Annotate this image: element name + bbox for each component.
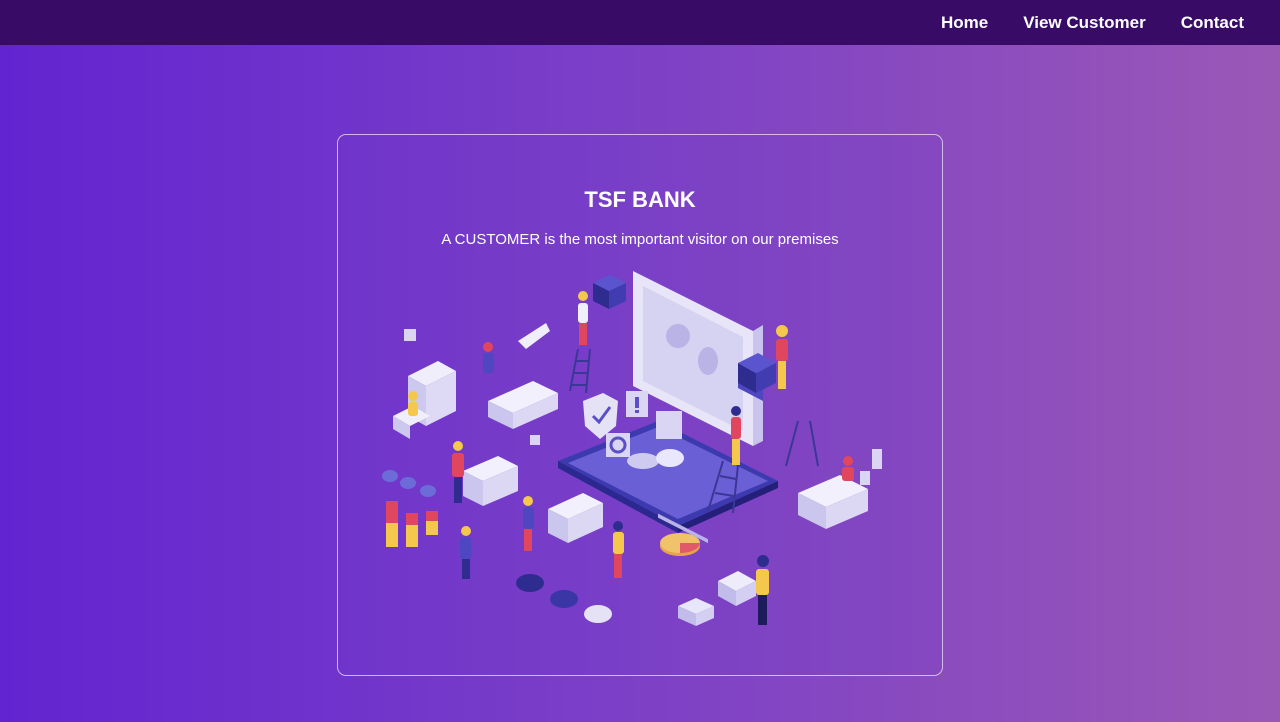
bank-tagline: A CUSTOMER is the most important visitor… [441,231,839,248]
bar-blocks [382,470,438,547]
left-steps [393,361,456,439]
nav-contact-link[interactable]: Contact [1181,0,1244,45]
hero-card: TSF BANK A CUSTOMER is the most importan… [337,134,943,676]
nav-view-customer-link[interactable]: View Customer [1023,0,1146,45]
nav-home-link[interactable]: Home [941,0,988,45]
bank-title: TSF BANK [584,187,696,212]
isometric-bank-illustration [382,271,882,626]
top-navbar: Home View Customer Contact [0,0,1280,45]
chart-pieces [516,533,756,626]
